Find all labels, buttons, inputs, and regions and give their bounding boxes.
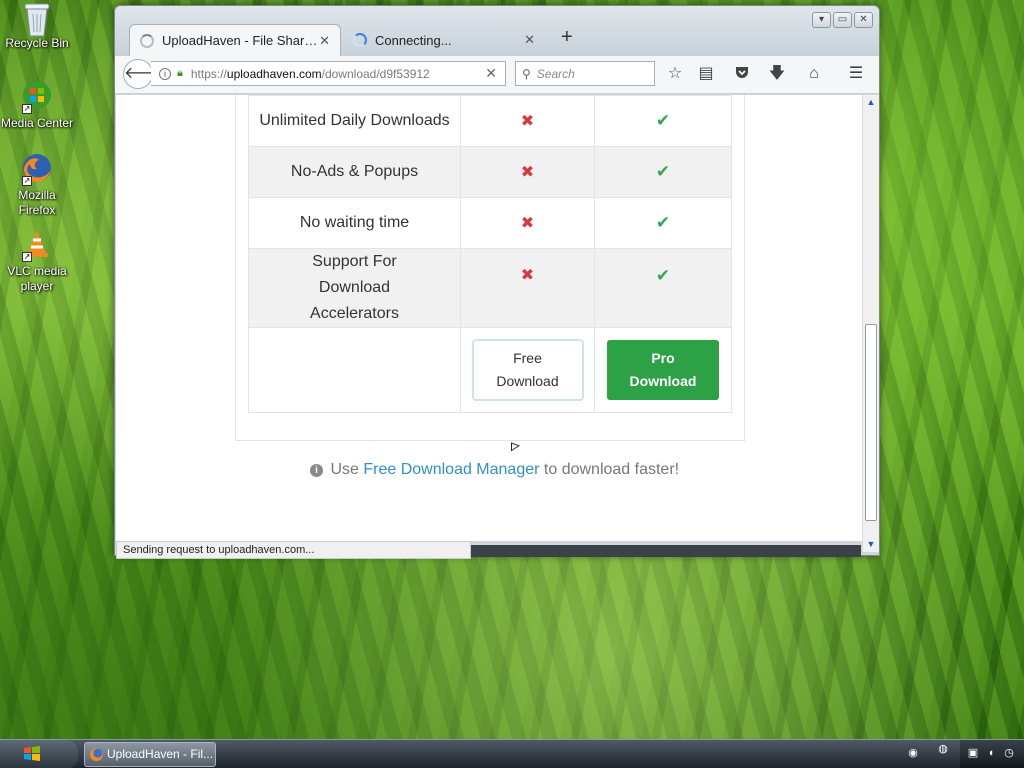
back-button[interactable]: 🡐 xyxy=(123,59,167,89)
taskbar: UploadHaven - Fil... ◉ ◍ ▣ ◖ ◷ xyxy=(0,739,1024,768)
free-download-button[interactable]: Free Download xyxy=(471,339,584,401)
table-row: No waiting time ✖ ✔ xyxy=(248,197,732,249)
tab-title: Connecting... xyxy=(375,32,452,48)
pro-download-line2: Download xyxy=(629,373,697,389)
desktop-icon-label: Recycle Bin xyxy=(5,36,69,50)
cross-icon: ✖ xyxy=(520,267,535,284)
navigation-bar: 🡐 i 🔒︎ https:// uploadhaven.com /downloa… xyxy=(115,56,879,94)
free-download-line2: Download xyxy=(496,373,559,389)
browser-window: ▾ ▭ ✕ UploadHaven - File Sharin... ✕ Con… xyxy=(114,5,880,559)
stop-loading-icon[interactable]: ✕ xyxy=(485,65,497,82)
home-icon[interactable]: ⌂ xyxy=(804,64,824,84)
firefox-icon xyxy=(90,748,103,761)
desktop-icon-vlc[interactable]: ↗ VLC media player xyxy=(0,228,74,294)
taskbar-item-label: UploadHaven - Fil... xyxy=(107,747,214,761)
check-icon: ✔ xyxy=(655,213,671,232)
pro-download-line1: Pro xyxy=(651,350,675,366)
window-controls: ▾ ▭ ✕ xyxy=(812,12,873,28)
system-tray: ▣ ◖ ◷ xyxy=(960,740,1024,768)
download-tip: i Use Free Download Manager to download … xyxy=(310,461,679,479)
tip-suffix: to download faster! xyxy=(543,461,680,478)
windows-logo-icon xyxy=(24,746,40,761)
tab-close-button[interactable]: ✕ xyxy=(524,32,535,48)
table-row: Unlimited Daily Downloads ✖ ✔ xyxy=(248,95,732,147)
downloads-icon[interactable]: 🡇 xyxy=(767,64,787,84)
shortcut-arrow-icon: ↗ xyxy=(22,104,32,114)
firefox-icon: ↗ xyxy=(20,152,54,186)
scrollbar-thumb[interactable] xyxy=(865,324,877,521)
free-download-manager-link[interactable]: Free Download Manager xyxy=(363,461,539,478)
connecting-spinner-icon xyxy=(353,33,367,47)
close-window-button[interactable]: ✕ xyxy=(854,12,873,28)
status-bar: Sending request to uploadhaven.com... xyxy=(116,541,471,559)
url-path: /download/d9f53912 xyxy=(321,66,430,81)
media-center-icon: ↗ xyxy=(20,80,54,114)
reading-list-icon[interactable]: ▤ xyxy=(696,64,716,84)
lock-icon: 🔒︎ xyxy=(177,67,183,79)
feature-name: No-Ads & Popups xyxy=(248,146,461,198)
check-icon: ✔ xyxy=(655,162,671,181)
menu-icon[interactable]: ☰ xyxy=(846,64,866,84)
desktop-icon-label: Mozilla Firefox xyxy=(18,188,56,217)
table-row-buttons: Free Download Pro Download xyxy=(248,327,732,413)
info-icon[interactable]: i xyxy=(159,67,171,80)
shortcut-arrow-icon: ↗ xyxy=(22,176,32,186)
check-icon: ✔ xyxy=(655,111,671,130)
tab-close-button[interactable]: ✕ xyxy=(319,33,330,49)
tab-title: UploadHaven - File Sharin... xyxy=(162,33,320,48)
feature-name: Support For Download Accelerators xyxy=(248,248,461,328)
pocket-icon[interactable] xyxy=(732,64,752,84)
cross-icon: ✖ xyxy=(520,164,535,181)
bookmark-star-icon[interactable]: ☆ xyxy=(665,64,685,84)
check-icon: ✔ xyxy=(655,266,671,285)
minimize-button[interactable]: ▾ xyxy=(812,12,831,28)
url-scheme: https:// xyxy=(190,66,227,81)
search-input[interactable]: ⚲ Search xyxy=(515,61,655,86)
tray-clock-icon[interactable]: ◷ xyxy=(1002,746,1016,760)
new-tab-button[interactable]: + xyxy=(561,26,573,49)
tray-media-icon[interactable]: ◉ xyxy=(906,746,920,760)
feature-name: No waiting time xyxy=(248,197,461,249)
mouse-cursor-icon xyxy=(511,442,520,455)
info-circle-icon: i xyxy=(310,464,323,477)
desktop-icon-label: Media Center xyxy=(0,116,74,130)
loading-spinner-icon xyxy=(140,33,154,48)
url-host: uploadhaven.com xyxy=(226,66,322,81)
shortcut-arrow-icon: ↗ xyxy=(22,252,32,262)
tip-prefix: Use xyxy=(330,461,359,478)
desktop-icon-label: VLC media player xyxy=(7,264,67,293)
start-button[interactable] xyxy=(0,740,78,768)
title-bar: ▾ ▭ ✕ UploadHaven - File Sharin... ✕ Con… xyxy=(115,6,879,56)
tab-connecting[interactable]: Connecting... ✕ xyxy=(343,24,545,56)
page-content: Unlimited Daily Downloads ✖ ✔ No-Ads & P… xyxy=(116,95,862,541)
tray-volume-icon[interactable]: ◖ xyxy=(984,746,998,760)
vlc-icon: ↗ xyxy=(20,228,54,262)
cross-icon: ✖ xyxy=(520,215,535,232)
recycle-bin-icon xyxy=(20,0,54,37)
tab-uploadhaven[interactable]: UploadHaven - File Sharin... ✕ xyxy=(129,24,341,56)
taskbar-item-firefox[interactable]: UploadHaven - Fil... xyxy=(84,742,216,767)
pro-download-button[interactable]: Pro Download xyxy=(607,340,719,400)
tray-monitor-icon[interactable]: ▣ xyxy=(966,746,980,760)
feature-name: Unlimited Daily Downloads xyxy=(248,95,461,147)
table-row: Support For Download Accelerators ✖ ✔ xyxy=(248,248,732,328)
free-download-line1: Free xyxy=(513,350,542,366)
vertical-scrollbar[interactable]: ▲ ▼ xyxy=(862,95,879,552)
table-row: No-Ads & Popups ✖ ✔ xyxy=(248,146,732,198)
feature-comparison-table: Unlimited Daily Downloads ✖ ✔ No-Ads & P… xyxy=(248,95,732,413)
url-bar[interactable]: i 🔒︎ https:// uploadhaven.com /download/… xyxy=(151,61,506,86)
scroll-up-icon[interactable]: ▲ xyxy=(863,97,879,107)
search-placeholder: Search xyxy=(536,66,575,81)
tray-network-icon[interactable]: ◍ xyxy=(936,742,950,756)
scroll-down-icon[interactable]: ▼ xyxy=(863,539,879,549)
desktop-icon-recycle-bin[interactable]: Recycle Bin xyxy=(0,0,74,51)
maximize-button[interactable]: ▭ xyxy=(833,12,852,28)
cross-icon: ✖ xyxy=(520,113,535,130)
desktop-icon-media-center[interactable]: ↗ Media Center xyxy=(0,80,74,131)
desktop-icon-firefox[interactable]: ↗ Mozilla Firefox xyxy=(0,152,74,218)
search-icon: ⚲ xyxy=(522,66,531,81)
